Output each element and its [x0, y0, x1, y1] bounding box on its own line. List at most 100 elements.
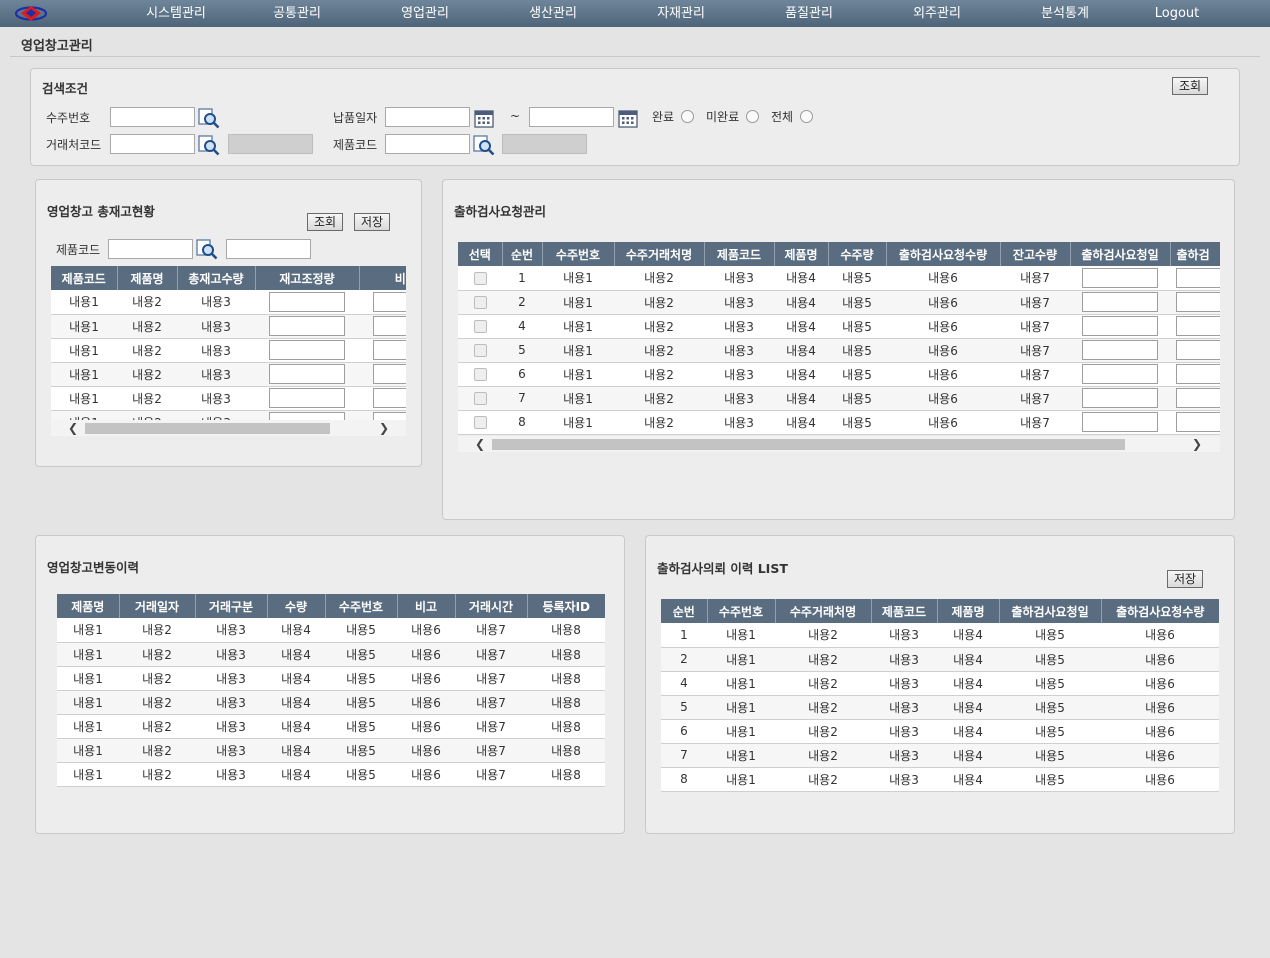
- cell-input[interactable]: [373, 364, 406, 384]
- table-row[interactable]: 4 내용1 내용2 내용3 내용4 내용5 내용6 내용7: [458, 314, 1220, 339]
- table-row[interactable]: 2 내용1 내용2 내용3 내용4 내용5 내용6: [661, 647, 1219, 672]
- calendar-icon[interactable]: [617, 107, 639, 129]
- client-code-input[interactable]: [110, 134, 195, 154]
- column-header[interactable]: 총재고수량: [176, 266, 255, 290]
- nav-item-analysis[interactable]: 분석통계: [1041, 0, 1089, 27]
- column-header[interactable]: 제품명: [116, 266, 177, 290]
- column-header[interactable]: 수주번호: [706, 599, 775, 623]
- column-header[interactable]: 비고: [396, 594, 455, 618]
- status-complete-radio[interactable]: [681, 110, 694, 123]
- cell-input[interactable]: [1176, 364, 1220, 384]
- table-row[interactable]: 1 내용1 내용2 내용3 내용4 내용5 내용6: [661, 623, 1219, 648]
- column-header[interactable]: 제품명: [57, 594, 119, 618]
- column-header[interactable]: 순번: [501, 242, 542, 266]
- search-query-button[interactable]: 조회: [1172, 77, 1209, 95]
- cell-input[interactable]: [1176, 340, 1220, 360]
- column-header[interactable]: 제품명: [936, 599, 999, 623]
- column-header[interactable]: 수주거래처명: [613, 242, 704, 266]
- scroll-left-icon[interactable]: ❮: [65, 420, 81, 436]
- stock-adjust-input[interactable]: [269, 388, 345, 408]
- product-code-input[interactable]: [385, 134, 470, 154]
- stock-adjust-input[interactable]: [269, 291, 345, 312]
- delivery-date-to-input[interactable]: [529, 107, 614, 127]
- search-magnifier-icon[interactable]: [473, 134, 495, 156]
- table-row[interactable]: 내용1 내용2 내용3 내용4 내용5 내용6 내용7 내용8: [57, 714, 605, 739]
- stock-product-code-input[interactable]: [108, 239, 193, 259]
- table-row[interactable]: 내용1 내용2 내용3 내용4 내용5 내용6 내용7 내용8: [57, 618, 605, 643]
- column-header[interactable]: 수량: [266, 594, 325, 618]
- cell-input[interactable]: [373, 316, 406, 336]
- request-date-input[interactable]: [1082, 388, 1158, 408]
- stock-query-button[interactable]: 조회: [307, 213, 344, 231]
- request-date-input[interactable]: [1082, 292, 1158, 312]
- status-incomplete-radio[interactable]: [746, 110, 759, 123]
- cell-input[interactable]: [373, 388, 406, 408]
- column-header[interactable]: 제품명: [773, 242, 828, 266]
- table-row[interactable]: 6 내용1 내용2 내용3 내용4 내용5 내용6 내용7: [458, 362, 1220, 387]
- column-header[interactable]: 거래시간: [454, 594, 527, 618]
- cell-input[interactable]: [1176, 267, 1220, 288]
- order-no-input[interactable]: [110, 107, 195, 127]
- search-magnifier-icon[interactable]: [196, 238, 218, 260]
- table-row[interactable]: 1 내용1 내용2 내용3 내용4 내용5 내용6 내용7: [458, 266, 1220, 291]
- nav-item-quality[interactable]: 품질관리: [785, 0, 833, 27]
- delivery-date-from-input[interactable]: [385, 107, 470, 127]
- row-select-checkbox[interactable]: [473, 271, 487, 285]
- nav-item-common[interactable]: 공통관리: [273, 0, 321, 27]
- stock-adjust-input[interactable]: [269, 316, 345, 336]
- table-row[interactable]: 내용1 내용2 내용3 내용4 내용5 내용6 내용7 내용8: [57, 666, 605, 691]
- column-header[interactable]: 제품코드: [870, 599, 937, 623]
- column-header[interactable]: 재고조정량: [254, 266, 359, 290]
- column-header[interactable]: 제품코드: [703, 242, 774, 266]
- column-header[interactable]: 선택: [458, 242, 502, 266]
- column-header[interactable]: 거래구분: [194, 594, 267, 618]
- column-header[interactable]: 출하검사요청일: [1069, 242, 1170, 266]
- request-date-input[interactable]: [1082, 267, 1158, 288]
- scroll-left-icon[interactable]: ❮: [472, 436, 488, 452]
- table-row[interactable]: 8 내용1 내용2 내용3 내용4 내용5 내용6: [661, 767, 1219, 792]
- stock-save-button[interactable]: 저장: [354, 213, 391, 231]
- cell-input[interactable]: [373, 291, 406, 312]
- table-row[interactable]: 8 내용1 내용2 내용3 내용4 내용5 내용6 내용7: [458, 410, 1220, 435]
- row-select-checkbox[interactable]: [473, 296, 487, 309]
- cell-input[interactable]: [1176, 316, 1220, 336]
- stock-product-name-input[interactable]: [226, 239, 311, 259]
- row-select-checkbox[interactable]: [473, 320, 487, 333]
- row-select-checkbox[interactable]: [473, 368, 487, 381]
- calendar-icon[interactable]: [473, 107, 495, 129]
- company-logo-icon[interactable]: [14, 3, 48, 24]
- table-row[interactable]: 2 내용1 내용2 내용3 내용4 내용5 내용6 내용7: [458, 290, 1220, 315]
- cell-input[interactable]: [1176, 292, 1220, 312]
- nav-item-system[interactable]: 시스템관리: [146, 0, 206, 27]
- column-header[interactable]: 순번: [661, 599, 707, 623]
- nav-item-sales[interactable]: 영업관리: [401, 0, 449, 27]
- table-row[interactable]: 내용1내용2내용3: [51, 338, 406, 363]
- stock-adjust-input[interactable]: [269, 364, 345, 384]
- table-row[interactable]: 5 내용1 내용2 내용3 내용4 내용5 내용6 내용7: [458, 338, 1220, 363]
- request-date-input[interactable]: [1082, 340, 1158, 360]
- table-row[interactable]: 내용1내용2내용3: [51, 386, 406, 411]
- column-header[interactable]: 수주량: [827, 242, 886, 266]
- column-header[interactable]: 출하검사요청일: [998, 599, 1101, 623]
- column-header[interactable]: 거래일자: [118, 594, 195, 618]
- table-row[interactable]: 7 내용1 내용2 내용3 내용4 내용5 내용6: [661, 743, 1219, 768]
- table-row[interactable]: 내용1내용2내용3: [51, 314, 406, 339]
- cell-input[interactable]: [373, 340, 406, 360]
- request-date-input[interactable]: [1082, 364, 1158, 384]
- stock-adjust-input[interactable]: [269, 340, 345, 360]
- nav-item-production[interactable]: 생산관리: [529, 0, 577, 27]
- scroll-right-icon[interactable]: ❯: [376, 420, 392, 436]
- column-header[interactable]: 수주번호: [541, 242, 614, 266]
- column-header[interactable]: 수주거래처명: [774, 599, 871, 623]
- row-select-checkbox[interactable]: [473, 344, 487, 357]
- table-row[interactable]: 5 내용1 내용2 내용3 내용4 내용5 내용6: [661, 695, 1219, 720]
- logout-link[interactable]: Logout: [1155, 0, 1200, 27]
- horizontal-scrollbar[interactable]: ❮ ❯: [51, 420, 406, 436]
- request-date-input[interactable]: [1082, 412, 1158, 432]
- column-header[interactable]: 등록자ID: [526, 594, 605, 618]
- column-header[interactable]: 출하검사요청수량: [1100, 599, 1219, 623]
- inspection-list-save-button[interactable]: 저장: [1167, 570, 1204, 588]
- table-row[interactable]: 내용1내용2내용3: [51, 362, 406, 387]
- column-header[interactable]: 출하검사요청수량: [885, 242, 1000, 266]
- search-magnifier-icon[interactable]: [198, 134, 220, 156]
